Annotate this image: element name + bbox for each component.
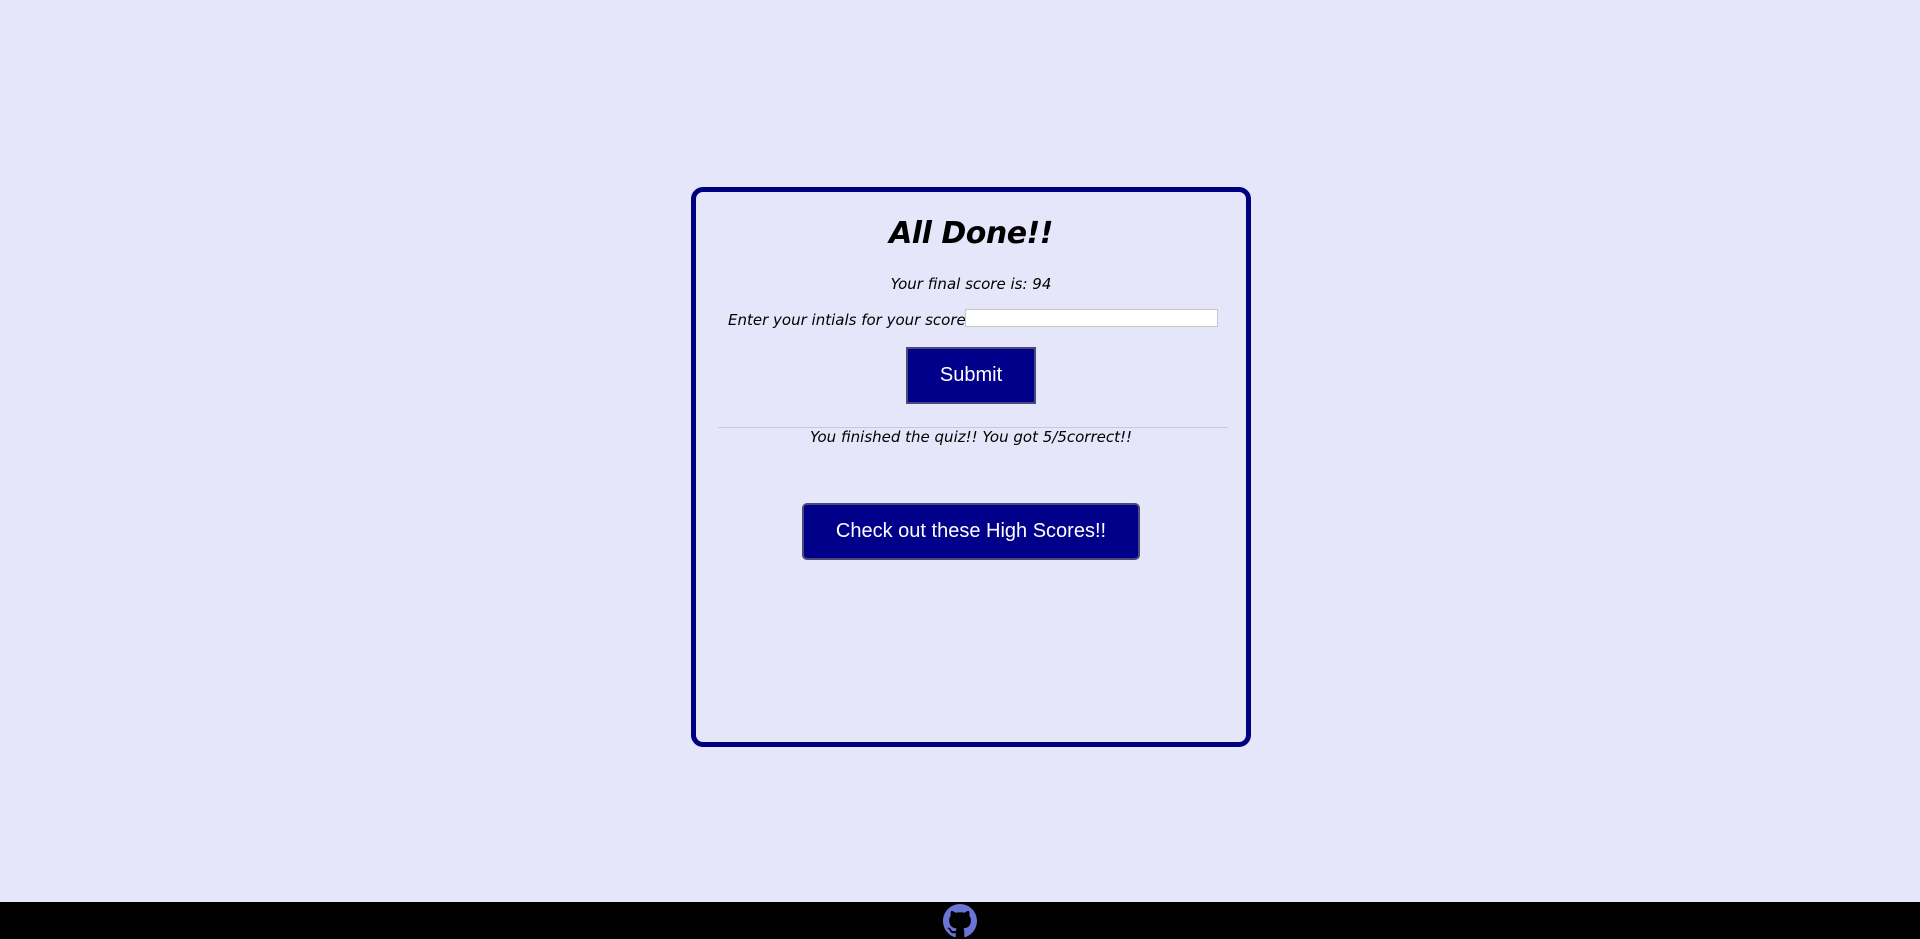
result-message: You finished the quiz!! You got 5/5corre… bbox=[809, 428, 1133, 446]
github-icon bbox=[943, 904, 977, 938]
view-high-scores-button[interactable]: Check out these High Scores!! bbox=[802, 503, 1140, 560]
submit-button[interactable]: Submit bbox=[906, 347, 1036, 404]
initials-label: Enter your intials for your score: bbox=[728, 311, 971, 329]
quiz-complete-card: All Done!! Your final score is: 94 Enter… bbox=[691, 187, 1251, 747]
github-link[interactable] bbox=[943, 904, 977, 938]
initials-input[interactable] bbox=[965, 309, 1218, 327]
page-title: All Done!! bbox=[889, 216, 1053, 251]
initials-row: Enter your intials for your score: bbox=[728, 309, 1228, 331]
footer bbox=[0, 902, 1920, 939]
final-score-text: Your final score is: 94 bbox=[890, 275, 1052, 293]
